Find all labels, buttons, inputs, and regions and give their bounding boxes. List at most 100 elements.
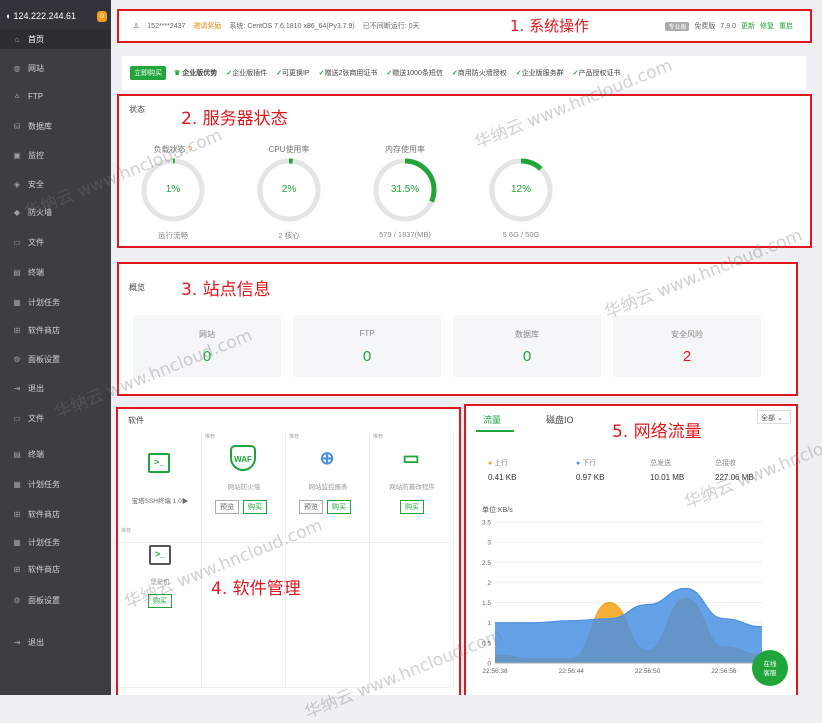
help-icon[interactable]: ? xyxy=(186,145,192,154)
software-name: 网站防篡改程序 xyxy=(389,484,435,491)
gauge-value: 1% xyxy=(165,184,181,195)
feature-item: ✓产品授权证书 xyxy=(572,70,621,77)
x-tick-label: 22:56:44 xyxy=(559,668,585,675)
buy-now-button[interactable]: 立即购买 xyxy=(130,66,166,80)
sidebar-item-3[interactable]: ⛁ 数据库 xyxy=(0,116,111,136)
overview-card[interactable]: 网站 0 xyxy=(133,315,281,377)
gear-icon: ⚙ xyxy=(13,595,21,605)
monitor-icon: ▣ xyxy=(13,150,21,160)
calendar-icon: ▦ xyxy=(13,537,21,547)
sidebar-item-17[interactable]: ▦ 计划任务 xyxy=(0,532,111,552)
sidebar-item-15[interactable]: ▦ 计划任务 xyxy=(0,474,111,494)
repair-button[interactable]: 修复 xyxy=(760,21,774,31)
server-header[interactable]: ◖ 124.222.244.61 0 xyxy=(0,0,111,32)
waf-icon[interactable]: WAF xyxy=(230,445,256,471)
sidebar-item-16[interactable]: ⊞ 软件商店 xyxy=(0,504,111,524)
sidebar-item-label: 面板设置 xyxy=(28,354,60,364)
sidebar-item-6[interactable]: ◆ 防火墙 xyxy=(0,202,111,222)
bastion-icon[interactable]: >_ xyxy=(149,545,171,565)
terminal-icon[interactable]: >_ xyxy=(148,453,170,473)
software-name: 堡垒机 xyxy=(150,579,170,586)
card-count: 0 xyxy=(522,348,532,365)
sidebar-item-11[interactable]: ⚙ 面板设置 xyxy=(0,349,111,369)
overview-card[interactable]: FTP 0 xyxy=(293,315,441,377)
sidebar-item-label: 安全 xyxy=(28,179,44,189)
software-cell xyxy=(202,524,286,688)
restart-button[interactable]: 重启 xyxy=(779,21,793,31)
sidebar-item-5[interactable]: ◈ 安全 xyxy=(0,174,111,194)
interface-select[interactable]: 全部 ⌄ xyxy=(757,410,791,424)
notification-badge[interactable]: 0 xyxy=(97,10,107,22)
gear-icon: ⚙ xyxy=(13,354,21,364)
radar-icon[interactable]: ⊕ xyxy=(314,445,340,471)
ssh-terminal-label[interactable]: 宝塔SSH终端 1.0▶ xyxy=(118,495,202,505)
gauge-label: 内存使用率 xyxy=(385,145,425,154)
sidebar-item-18[interactable]: ⊞ 软件商店 xyxy=(0,559,111,579)
update-button[interactable]: 更新 xyxy=(741,21,755,31)
invite-link[interactable]: 邀请奖励 xyxy=(193,21,221,31)
stat-value: 10.01 MB xyxy=(650,473,685,482)
annotation-status: 2. 服务器状态 xyxy=(181,109,288,129)
sidebar-item-label: 监控 xyxy=(28,150,44,160)
server-ip: 124.222.244.61 xyxy=(13,11,76,21)
sidebar-item-9[interactable]: ▦ 计划任务 xyxy=(0,292,111,312)
sidebar-item-label: 首页 xyxy=(28,34,44,44)
sidebar-item-label: 文件 xyxy=(28,237,44,247)
overview-card[interactable]: 安全风险 2 xyxy=(613,315,761,377)
preview-button[interactable]: 预览 xyxy=(215,500,239,514)
edition-tag[interactable]: 专业版 xyxy=(665,21,690,31)
buy-button[interactable]: 购买 xyxy=(327,500,351,514)
tab-disk-io[interactable]: 磁盘IO xyxy=(546,413,574,426)
sidebar-item-10[interactable]: ⊞ 软件商店 xyxy=(0,320,111,340)
recommend-tag: 推荐 xyxy=(205,434,216,440)
sidebar-item-14[interactable]: ▤ 终端 xyxy=(0,444,111,464)
sidebar-item-19[interactable]: ⚙ 面板设置 xyxy=(0,590,111,610)
gauge-value: 2% xyxy=(281,184,297,195)
stat-value: 0.97 KB xyxy=(576,473,605,482)
buy-button[interactable]: 购买 xyxy=(400,500,424,514)
version-number: 7.9.0 xyxy=(720,22,736,30)
card-count: 2 xyxy=(682,348,692,365)
gauge-subtext: 579 / 1837(MB) xyxy=(379,230,431,239)
buy-button[interactable]: 购买 xyxy=(148,594,172,608)
sidebar-item-20[interactable]: ⇥ 退出 xyxy=(0,632,111,652)
sidebar-item-4[interactable]: ▣ 监控 xyxy=(0,145,111,165)
user-account[interactable]: 152****2437 xyxy=(147,23,185,30)
overview-card[interactable]: 数据库 0 xyxy=(453,315,601,377)
folder-icon: ▭ xyxy=(13,237,21,247)
server-status-panel: 状态 2. 服务器状态 负载状态 ? 1% 运行流畅 CPU使用率 2% 2 核心 内存使用… xyxy=(117,94,812,248)
globe-icon: ◍ xyxy=(13,63,21,73)
apps-icon: ⊞ xyxy=(13,564,21,574)
sidebar-item-label: 软件商店 xyxy=(28,564,60,574)
tamper-icon[interactable]: ▭ xyxy=(398,445,424,471)
home-icon: ⌂ xyxy=(14,34,20,44)
folder-icon: ▭ xyxy=(13,413,21,423)
sidebar-item-label: 计划任务 xyxy=(28,479,60,489)
sidebar: ◖ 124.222.244.61 0 ⌂ 首页 ◍ 网站 ⩟ FTP ⛁ 数据库 ▣ 监控 ◈ 安全 ◆… xyxy=(0,0,111,695)
calendar-icon: ▦ xyxy=(13,297,21,307)
feature-item: ✓可更换IP xyxy=(276,70,310,77)
gauge-subtext: 运行流畅 xyxy=(158,231,188,240)
buy-button[interactable]: 购买 xyxy=(243,500,267,514)
online-support-button[interactable]: 在线 客服 xyxy=(752,650,788,686)
card-label: 数据库 xyxy=(515,330,539,339)
stat-label: 总接收 xyxy=(715,460,736,467)
gauge-label: CPU使用率 xyxy=(268,145,310,154)
preview-button[interactable]: 预览 xyxy=(299,500,323,514)
feature-item: ✓商用防火墙授权 xyxy=(451,70,507,77)
sidebar-item-7[interactable]: ▭ 文件 xyxy=(0,232,111,252)
sidebar-item-1[interactable]: ◍ 网站 xyxy=(0,58,111,78)
y-tick-label: 1.5 xyxy=(482,600,491,607)
sidebar-item-12[interactable]: ⇥ 退出 xyxy=(0,378,111,398)
software-name: 网站防火墙 xyxy=(227,484,261,491)
crown-icon: ♛ xyxy=(174,70,181,77)
y-tick-label: 3 xyxy=(487,540,491,547)
tab-underline xyxy=(476,430,514,432)
sidebar-item-2[interactable]: ⩟ FTP xyxy=(0,86,111,106)
sidebar-item-0[interactable]: ⌂ 首页 xyxy=(0,29,111,49)
sidebar-item-13[interactable]: ▭ 文件 xyxy=(0,408,111,428)
apps-icon: ⊞ xyxy=(13,509,21,519)
version-controls: 专业版 免费版 7.9.0 更新 修复 重启 xyxy=(665,21,798,31)
tab-traffic[interactable]: 流量 xyxy=(483,413,501,426)
sidebar-item-8[interactable]: ▤ 终端 xyxy=(0,262,111,282)
